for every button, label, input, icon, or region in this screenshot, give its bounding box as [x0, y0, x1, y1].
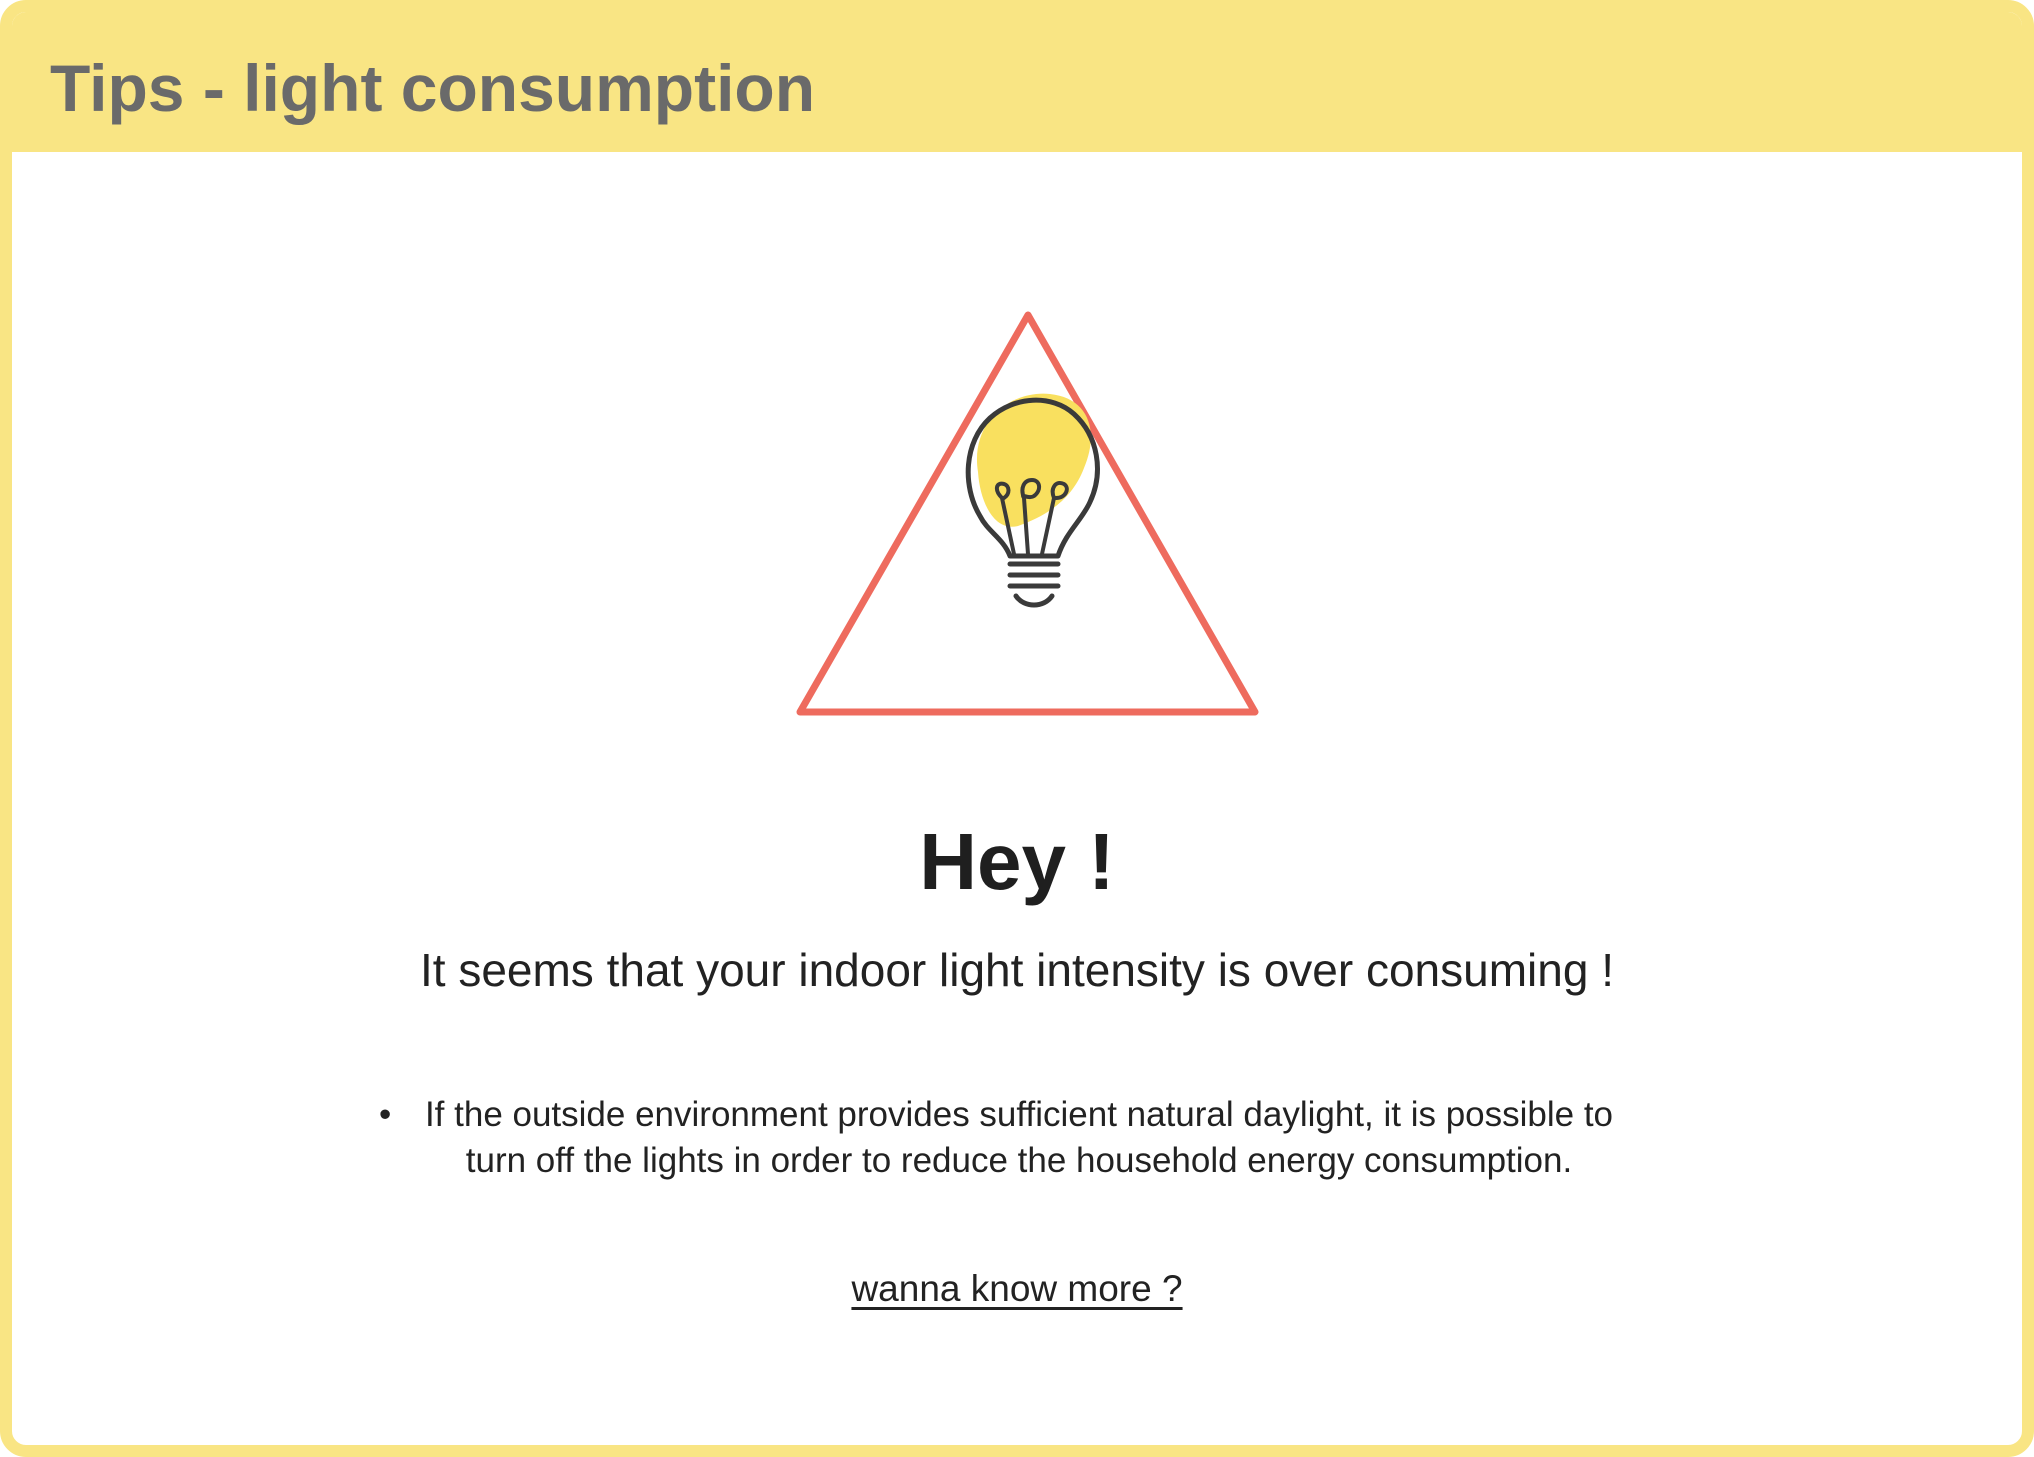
tips-panel: Tips - light consumption Hey ! It seems …	[0, 0, 2034, 1457]
tip-item: • If the outside environment provides su…	[379, 1092, 1679, 1184]
tip-text: If the outside environment provides suff…	[424, 1095, 1614, 1180]
panel-header: Tips - light consumption	[12, 12, 2022, 152]
alert-message: It seems that your indoor light intensit…	[419, 944, 1614, 996]
lightbulb-icon	[965, 393, 1100, 608]
learn-more-link[interactable]: wanna know more ?	[12, 1264, 2022, 1314]
tip-bullet: •	[379, 1095, 392, 1134]
warning-triangle-icon	[796, 311, 1259, 716]
alert-heading: Hey !	[919, 817, 1115, 906]
panel-title: Tips - light consumption	[50, 51, 816, 125]
